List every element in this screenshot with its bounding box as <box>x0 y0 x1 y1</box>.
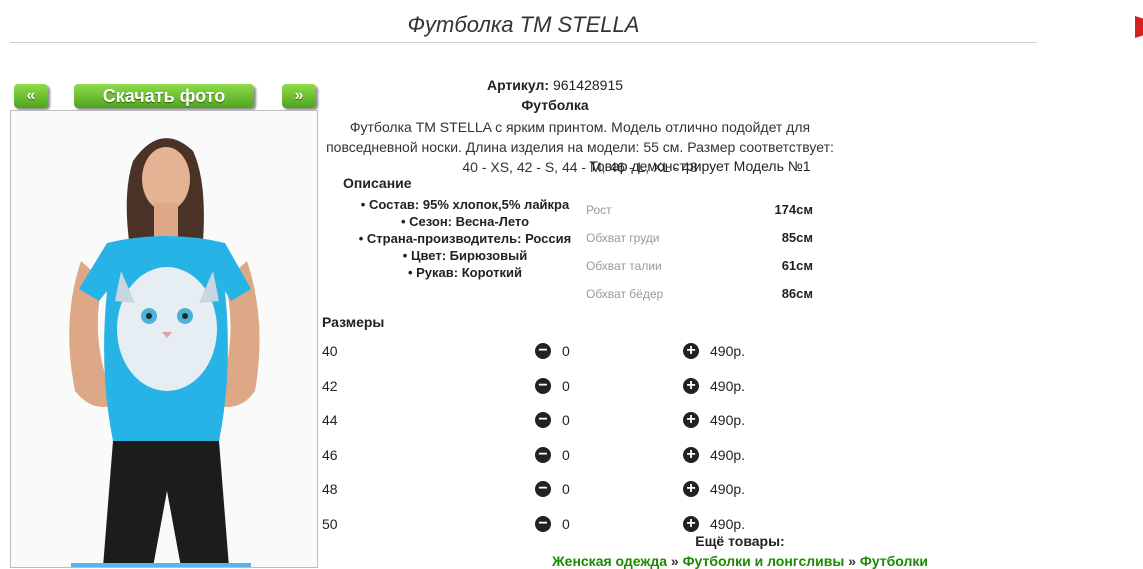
minus-circle-icon[interactable]: − <box>535 515 551 532</box>
measurement-value: 61см <box>781 258 813 273</box>
quantity-value: 0 <box>562 481 570 498</box>
property-season: Сезон: Весна-Лето <box>340 213 590 230</box>
measurement-value: 85см <box>781 230 813 245</box>
property-color: Цвет: Бирюзовый <box>340 247 590 264</box>
size-row: 40 − 0 + 490р. <box>322 343 762 378</box>
minus-circle-icon[interactable]: − <box>535 481 551 498</box>
article-label: Артикул: <box>486 77 550 93</box>
article-line: Артикул: 961428915 <box>320 77 790 93</box>
photo-scroll-indicator <box>71 563 251 567</box>
corner-ribbon-icon <box>1135 16 1143 38</box>
plus-circle-icon[interactable]: + <box>683 446 699 463</box>
breadcrumb-link-tshirts[interactable]: Футболки <box>860 553 928 569</box>
size-label: 40 <box>322 343 338 359</box>
measurement-label: Обхват груди <box>586 231 660 245</box>
description-heading: Описание <box>343 175 412 191</box>
quantity-value: 0 <box>562 515 570 532</box>
quantity-value: 0 <box>562 343 570 359</box>
price-value: 490р. <box>710 377 746 394</box>
plus-circle-icon[interactable]: + <box>683 377 699 394</box>
prev-photo-button[interactable]: « <box>14 84 48 108</box>
minus-circle-icon[interactable]: − <box>535 377 551 394</box>
measurement-row: Обхват груди 85см <box>586 228 816 256</box>
model-note: Товар демонстрирует Модель №1 <box>589 158 811 174</box>
plus-circle-icon[interactable]: + <box>683 343 699 359</box>
measurement-value: 86см <box>781 286 813 301</box>
property-country: Страна-производитель: Россия <box>340 230 590 247</box>
plus-circle-icon[interactable]: + <box>683 515 699 532</box>
quantity-value: 0 <box>562 412 570 429</box>
price-value: 490р. <box>710 343 746 359</box>
plus-circle-icon[interactable]: + <box>683 481 699 498</box>
measurement-label: Обхват бёдер <box>586 287 664 301</box>
price-value: 490р. <box>710 515 746 532</box>
size-label: 46 <box>322 446 338 463</box>
measurement-row: Рост 174см <box>586 200 816 228</box>
minus-circle-icon[interactable]: − <box>535 446 551 463</box>
measurement-label: Рост <box>586 203 612 217</box>
size-label: 42 <box>322 377 338 394</box>
minus-circle-icon[interactable]: − <box>535 412 551 429</box>
size-row: 46 − 0 + 490р. <box>322 446 762 482</box>
download-photo-button[interactable]: Скачать фото <box>74 84 254 108</box>
sizes-table: 40 − 0 + 490р. 42 − 0 + 490р. 44 − 0 + 4… <box>322 343 762 551</box>
quantity-value: 0 <box>562 446 570 463</box>
breadcrumb-link-womens-clothing[interactable]: Женская одежда <box>552 553 667 569</box>
sizes-heading: Размеры <box>322 314 385 330</box>
breadcrumb-separator: » <box>848 553 856 569</box>
breadcrumb-link-tshirts-longsleeves[interactable]: Футболки и лонгсливы <box>683 553 845 569</box>
measurement-row: Обхват талии 61см <box>586 256 816 284</box>
property-composition: Состав: 95% хлопок,5% лайкра <box>340 196 590 213</box>
price-value: 490р. <box>710 481 746 498</box>
size-label: 48 <box>322 481 338 498</box>
model-measurements: Рост 174см Обхват груди 85см Обхват тали… <box>586 200 816 312</box>
size-row: 42 − 0 + 490р. <box>322 377 762 413</box>
description-list: Состав: 95% хлопок,5% лайкра Сезон: Весн… <box>340 196 590 281</box>
size-row: 48 − 0 + 490р. <box>322 481 762 516</box>
product-type: Футболка <box>521 97 589 113</box>
size-row: 44 − 0 + 490р. <box>322 412 762 447</box>
size-label: 50 <box>322 515 338 532</box>
size-label: 44 <box>322 412 338 429</box>
more-products-heading: Ещё товары: <box>695 533 785 549</box>
measurement-row: Обхват бёдер 86см <box>586 284 816 312</box>
article-value: 961428915 <box>552 77 624 93</box>
next-photo-button[interactable]: » <box>282 84 316 108</box>
price-value: 490р. <box>710 446 746 463</box>
measurement-label: Обхват талии <box>586 259 662 273</box>
breadcrumb-separator: » <box>670 553 679 569</box>
price-value: 490р. <box>710 412 746 429</box>
minus-circle-icon[interactable]: − <box>535 343 551 359</box>
plus-circle-icon[interactable]: + <box>683 412 699 429</box>
page-title: Футболка TM STELLA <box>407 12 640 37</box>
title-divider <box>10 42 1037 43</box>
category-breadcrumb: Женская одежда » Футболки и лонгсливы » … <box>520 553 960 569</box>
product-photo[interactable] <box>10 110 318 568</box>
property-sleeve: Рукав: Короткий <box>340 264 590 281</box>
quantity-value: 0 <box>562 377 570 394</box>
measurement-value: 174см <box>774 202 813 217</box>
